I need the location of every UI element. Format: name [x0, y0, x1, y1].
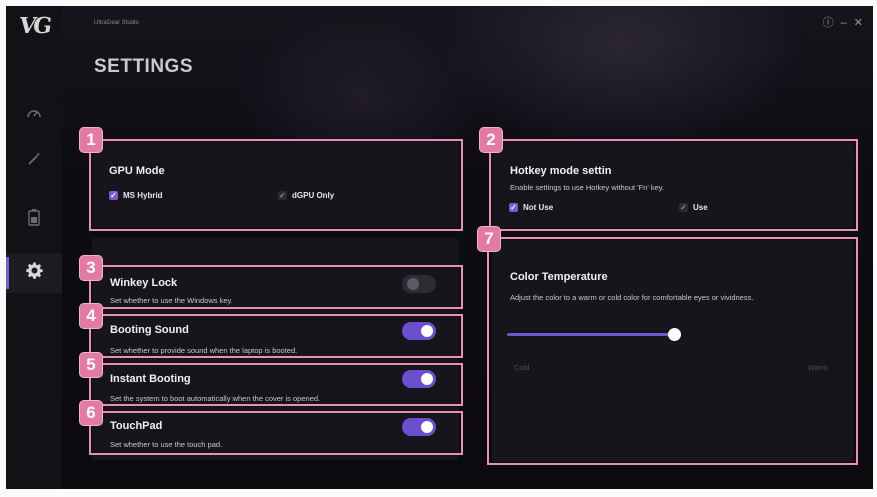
close-button[interactable]: ✕: [854, 17, 863, 29]
speedometer-icon: [26, 106, 42, 127]
slider-min-label: Cold: [514, 363, 530, 372]
battery-icon: [28, 208, 40, 231]
toggle-knob: [421, 373, 433, 385]
checkbox-checked-icon[interactable]: ✓: [509, 203, 518, 212]
gpu-option-label: dGPU Only: [292, 191, 335, 200]
booting-sound-title: Booting Sound: [110, 324, 189, 336]
winkey-lock-description: Set whether to use the Windows key.: [110, 296, 233, 305]
hotkey-mode-title: Hotkey mode settin: [510, 165, 612, 177]
sidebar-item-settings[interactable]: [6, 253, 62, 293]
callout-badge-3: 3: [80, 256, 102, 280]
slider-max-label: Warm: [808, 363, 828, 372]
callout-badge-4: 4: [80, 304, 102, 328]
color-temperature-slider-track[interactable]: [507, 333, 677, 336]
magic-wand-icon: [26, 151, 42, 172]
app-title: UltraGear Studio: [94, 20, 139, 26]
toggle-knob: [407, 278, 419, 290]
instant-booting-description: Set the system to boot automatically whe…: [110, 394, 321, 403]
hotkey-option-use[interactable]: ✓ Use: [679, 203, 708, 212]
sidebar-item-lighting[interactable]: [6, 141, 62, 181]
callout-badge-7: 7: [478, 227, 500, 251]
toggle-knob: [421, 421, 433, 433]
hotkey-option-not-use[interactable]: ✓ Not Use: [509, 203, 553, 212]
hotkey-mode-description: Enable settings to use Hotkey without 'F…: [510, 183, 665, 192]
hotkey-option-label: Use: [693, 203, 708, 212]
checkbox-unchecked-icon[interactable]: ✓: [278, 191, 287, 200]
touchpad-title: TouchPad: [110, 420, 163, 432]
checkbox-unchecked-icon[interactable]: ✓: [679, 203, 688, 212]
booting-sound-toggle[interactable]: [402, 322, 436, 340]
hotkey-option-label: Not Use: [523, 203, 554, 212]
checkbox-checked-icon[interactable]: ✓: [109, 191, 118, 200]
winkey-lock-title: Winkey Lock: [110, 277, 178, 289]
gpu-option-label: MS Hybrid: [123, 191, 163, 200]
touchpad-toggle[interactable]: [402, 418, 436, 436]
gpu-mode-panel: [92, 142, 459, 228]
gpu-option-ms-hybrid[interactable]: ✓ MS Hybrid: [109, 191, 163, 200]
winkey-lock-toggle[interactable]: [402, 275, 436, 293]
color-temperature-title: Color Temperature: [510, 271, 608, 283]
toggle-knob: [421, 325, 433, 337]
gear-icon: [25, 262, 43, 284]
gpu-mode-title: GPU Mode: [109, 165, 165, 177]
sidebar-item-battery[interactable]: [6, 199, 62, 239]
touchpad-description: Set whether to use the touch pad.: [110, 440, 223, 449]
window-controls: ⓘ – ✕: [823, 17, 863, 29]
minimize-button[interactable]: –: [841, 17, 847, 29]
callout-badge-6: 6: [80, 401, 102, 425]
sidebar: VG: [6, 6, 62, 489]
gpu-option-dgpu-only[interactable]: ✓ dGPU Only: [278, 191, 334, 200]
page-title: SETTINGS: [94, 56, 194, 77]
callout-badge-2: 2: [480, 128, 502, 152]
info-icon[interactable]: ⓘ: [823, 17, 834, 29]
callout-badge-1: 1: [80, 128, 102, 152]
color-temperature-description: Adjust the color to a warm or cold color…: [510, 293, 754, 302]
color-temperature-slider-handle[interactable]: [668, 328, 681, 341]
instant-booting-toggle[interactable]: [402, 370, 436, 388]
booting-sound-description: Set whether to provide sound when the la…: [110, 346, 298, 355]
sidebar-item-performance[interactable]: [6, 96, 62, 136]
ultragear-logo: VG: [17, 13, 51, 39]
instant-booting-title: Instant Booting: [110, 373, 191, 385]
callout-badge-5: 5: [80, 353, 102, 377]
